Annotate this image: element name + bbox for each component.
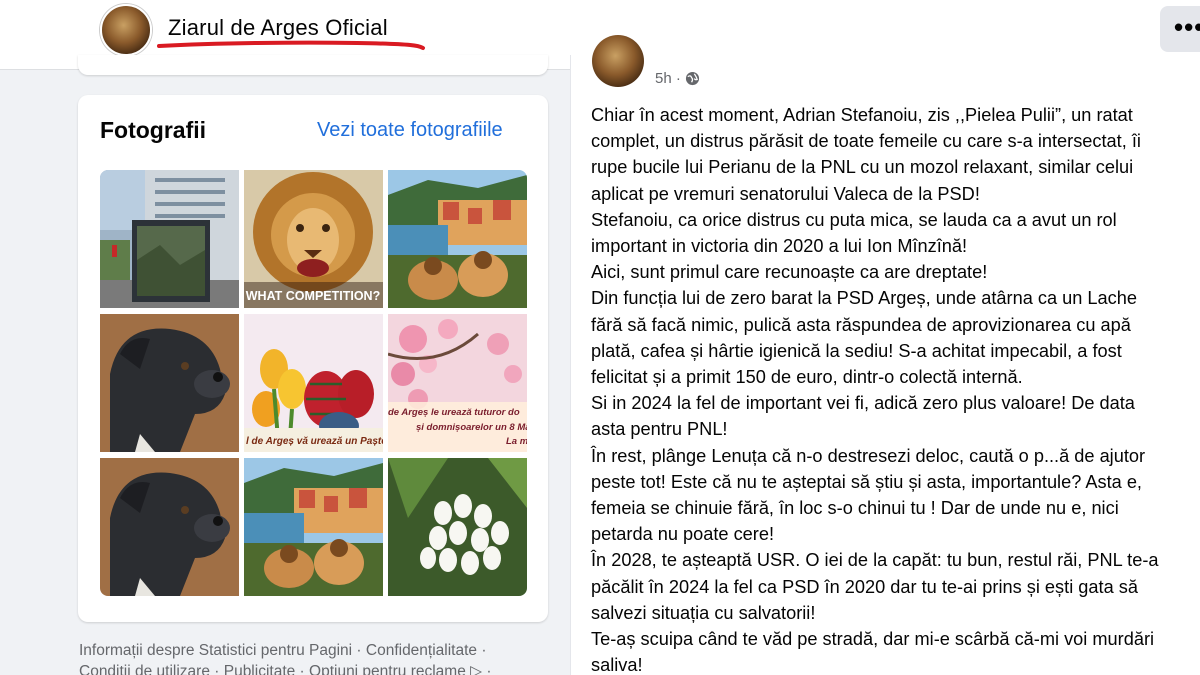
post-line: În 2028, te așteaptă USR. O iei de la ca… [591, 550, 1159, 571]
post-body: Chiar în acest moment, Adrian Stefanoiu,… [591, 102, 1200, 675]
post-line: Chiar în acest moment, Adrian Stefanoiu,… [591, 105, 1133, 125]
post-line: Din funcția lui de zero barat la PSD Arg… [591, 288, 1137, 309]
photo-thumbnail[interactable]: de Argeș le urează tuturor do și domnișo… [388, 314, 527, 452]
post-line: Stefanoiu, ca orice distrus cu puta mica… [591, 209, 1117, 230]
post-line: peste tot! Este că nu te așteptai să ști… [591, 471, 1142, 492]
post-line: salvezi situația cu salvatorii! [591, 602, 816, 623]
post-line: felicitat și a primit 150 de euro, dintr… [591, 367, 1023, 388]
photo-thumbnail[interactable]: l de Argeș vă urează un Paște [244, 314, 383, 452]
photo-thumbnail[interactable]: WHAT COMPETITION? [244, 170, 383, 308]
footer-links-line-1[interactable]: Informații despre Statistici pentru Pagi… [79, 640, 549, 661]
photo-thumbnail[interactable] [100, 458, 239, 596]
post-line: Aici, sunt primul care recunoaște ca are… [591, 262, 988, 283]
post-line: plată, cafea și hârtie igienică la sediu… [591, 340, 1122, 361]
photos-title: Fotografii [100, 117, 207, 143]
post-line: asta pentru PNL! [591, 419, 728, 440]
photo-caption: La m [506, 436, 527, 447]
post-line: Te-aș scuipa când te văd pe stradă, dar … [591, 629, 1155, 650]
post-line: Si in 2024 la fel de important vei fi, a… [591, 393, 1135, 414]
photo-caption: și domnișoarelor un 8 Mar [416, 422, 527, 433]
post-line: saliva! [591, 655, 643, 675]
page-footer: Informații despre Statistici pentru Pagi… [79, 640, 549, 675]
post-card: 5h · Chiar în acest moment, Adrian Stefa… [570, 35, 1200, 675]
post-timestamp[interactable]: 5h · [655, 70, 681, 87]
photo-thumbnail[interactable] [244, 458, 383, 596]
globe-icon [685, 71, 700, 86]
photo-caption: l de Argeș vă urează un Paște [246, 436, 383, 447]
more-options-label: ••• [1174, 12, 1200, 42]
photo-thumbnail[interactable] [388, 170, 527, 308]
page-avatar[interactable] [100, 4, 152, 56]
post-line: fără să facă nimic, pulică asta răspunde… [591, 314, 1131, 335]
photo-caption: de Argeș le urează tuturor do [388, 407, 520, 418]
footer-links-line-2[interactable]: Condiții de utilizare · Publicitate · Op… [79, 661, 549, 675]
previous-card [78, 55, 548, 75]
post-line: rupe bucile lui Perianu de la PNL cu un … [591, 157, 1134, 178]
photo-thumbnail[interactable] [388, 458, 527, 596]
post-line: aplicat pe vremuri senatorului Valeca de… [591, 183, 980, 204]
post-author-avatar[interactable] [592, 35, 644, 87]
post-line: important in victoria din 2020 a lui Ion… [591, 236, 968, 257]
photo-thumbnail[interactable] [100, 170, 239, 308]
post-line: femeia se chinuie fără, în loc s-o chinu… [591, 498, 1119, 519]
more-options-button[interactable]: ••• [1160, 6, 1200, 52]
post-line: petarda nu poate cere! [591, 524, 775, 545]
post-line: În rest, plânge Lenuța că n-o destresezi… [591, 445, 1146, 466]
post-line: complet, un distrus părăsit de toate fem… [591, 131, 1141, 152]
post-line: păcălit în 2024 la fel ca PSD în 2020 da… [591, 576, 1138, 597]
red-underline-annotation [157, 40, 425, 50]
photo-caption: WHAT COMPETITION? [246, 289, 380, 303]
photos-card: Fotografii Vezi toate fotografiile WHAT … [78, 95, 548, 622]
see-all-photos-link[interactable]: Vezi toate fotografiile [317, 119, 503, 142]
photo-thumbnail[interactable] [100, 314, 239, 452]
